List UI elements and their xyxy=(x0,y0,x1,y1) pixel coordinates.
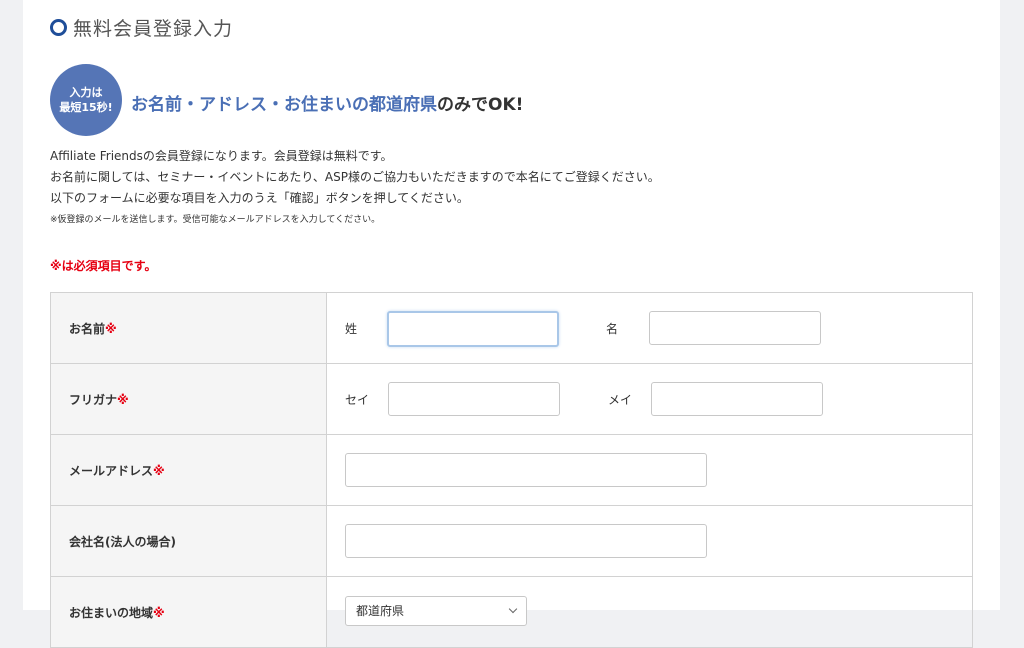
intro-line: Affiliate Friendsの会員登録になります。会員登録は無料です。 xyxy=(50,149,393,163)
prefecture-select-value: 都道府県 xyxy=(356,604,405,618)
intro-text: Affiliate Friendsの会員登録になります。会員登録は無料です。 お… xyxy=(50,146,660,231)
company-input[interactable] xyxy=(345,524,707,558)
label-region-text: お住まいの地域 xyxy=(69,605,154,620)
headline-text: のみで xyxy=(437,95,488,115)
label-kana: フリガナ※ xyxy=(50,363,327,435)
last-kana-input[interactable] xyxy=(388,382,560,416)
prefecture-select[interactable]: 都道府県 xyxy=(345,596,527,626)
label-name: お名前※ xyxy=(50,292,327,364)
badge-line-1: 入力は xyxy=(69,86,103,99)
last-name-input[interactable] xyxy=(387,311,559,347)
section-title-text: 無料会員登録入力 xyxy=(73,18,234,40)
form-row-kana: フリガナ※ セイ メイ xyxy=(50,363,973,435)
label-kana-text: フリガナ xyxy=(69,392,118,407)
last-name-label: 姓 xyxy=(345,322,358,336)
badge-quick-input: 入力は 最短15秒! xyxy=(50,64,122,136)
required-mark: ※ xyxy=(153,463,165,478)
intro-small-note: ※仮登録のメールを送信します。受信可能なメールアドレスを入力してください。 xyxy=(50,215,381,225)
first-kana-input[interactable] xyxy=(651,382,823,416)
form-row-company: 会社名(法人の場合) xyxy=(50,505,973,577)
field-name: 姓 名 xyxy=(326,292,973,364)
headline-highlight: お名前・アドレス・お住まいの都道府県 xyxy=(131,95,437,115)
section-title: 無料会員登録入力 xyxy=(50,14,233,41)
form-row-email: メールアドレス※ xyxy=(50,434,973,506)
last-kana-label: セイ xyxy=(345,393,370,407)
label-company-text: 会社名(法人の場合) xyxy=(69,534,176,549)
field-email xyxy=(326,434,973,506)
required-note: ※は必須項目です。 xyxy=(50,259,157,273)
intro-line: お名前に関しては、セミナー・イベントにあたり、ASP様のご協力もいただきますので… xyxy=(50,170,660,184)
field-region: 都道府県 xyxy=(326,576,973,648)
label-region: お住まいの地域※ xyxy=(50,576,327,648)
headline-ok: OK! xyxy=(488,95,524,115)
email-input[interactable] xyxy=(345,453,707,487)
page-container: 無料会員登録入力 入力は 最短15秒! お名前・アドレス・お住まいの都道府県のみ… xyxy=(23,0,1000,648)
registration-form-table: お名前※ 姓 名 フリガナ※ セイ メイ メールアドレス※ 会社名(法人の場合)… xyxy=(50,292,973,648)
first-kana-label: メイ xyxy=(608,393,633,407)
first-name-input[interactable] xyxy=(649,311,821,345)
form-row-region: お住まいの地域※ 都道府県 xyxy=(50,576,973,648)
form-row-name: お名前※ 姓 名 xyxy=(50,292,973,364)
headline: お名前・アドレス・お住まいの都道府県のみでOK! xyxy=(131,90,523,115)
required-mark: ※ xyxy=(105,321,117,336)
label-email: メールアドレス※ xyxy=(50,434,327,506)
badge-line-2: 最短15秒! xyxy=(59,101,113,114)
required-mark: ※ xyxy=(117,392,129,407)
first-name-label: 名 xyxy=(606,322,619,336)
label-company: 会社名(法人の場合) xyxy=(50,505,327,577)
label-name-text: お名前 xyxy=(69,321,106,336)
label-email-text: メールアドレス xyxy=(69,463,154,478)
field-kana: セイ メイ xyxy=(326,363,973,435)
required-mark: ※ xyxy=(153,605,165,620)
intro-line: 以下のフォームに必要な項目を入力のうえ「確認」ボタンを押してください。 xyxy=(50,191,469,205)
ring-bullet-icon xyxy=(50,19,67,36)
chevron-down-icon xyxy=(508,604,518,614)
field-company xyxy=(326,505,973,577)
